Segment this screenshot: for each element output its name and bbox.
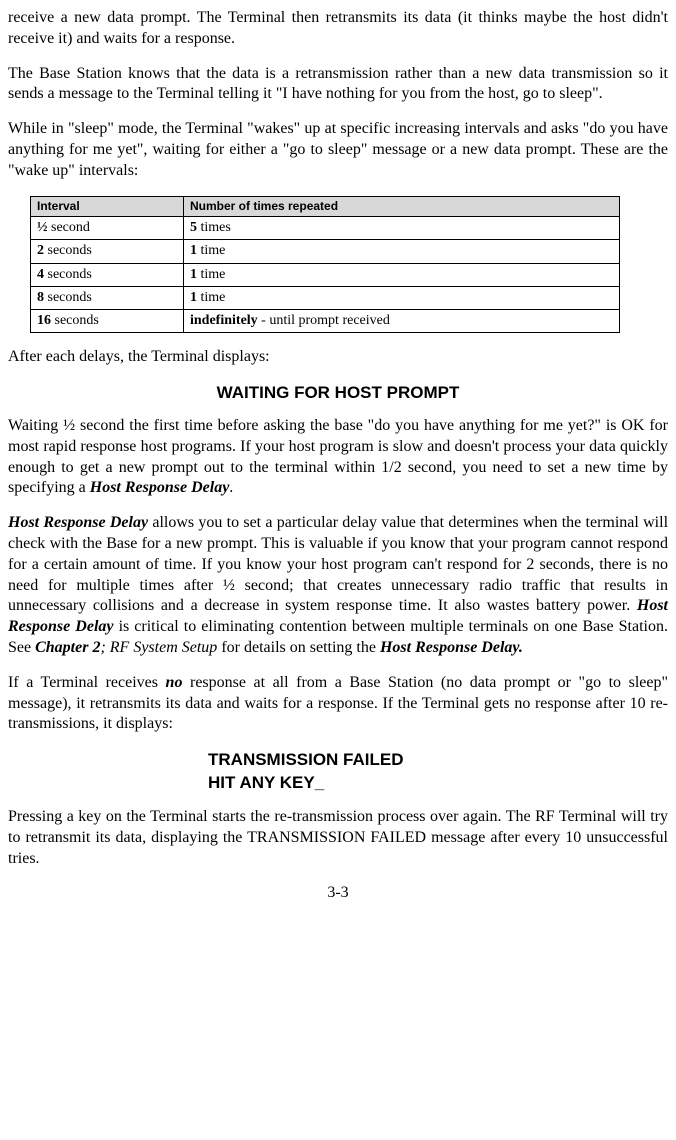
table-row: 8 seconds 1 time xyxy=(31,286,620,309)
table-header-row: Interval Number of times repeated xyxy=(31,196,620,217)
paragraph: Waiting ½ second the first time before a… xyxy=(8,416,668,499)
intervals-table-wrap: Interval Number of times repeated ½ seco… xyxy=(8,196,668,334)
paragraph: The Base Station knows that the data is … xyxy=(8,64,668,106)
table-row: ½ second 5 times xyxy=(31,217,620,240)
table-header: Number of times repeated xyxy=(184,196,620,217)
table-cell: ½ second xyxy=(31,217,184,240)
paragraph: Pressing a key on the Terminal starts th… xyxy=(8,807,668,869)
table-cell: 1 time xyxy=(184,286,620,309)
paragraph: After each delays, the Terminal displays… xyxy=(8,347,668,368)
table-cell: 8 seconds xyxy=(31,286,184,309)
intervals-table: Interval Number of times repeated ½ seco… xyxy=(30,196,620,334)
table-header: Interval xyxy=(31,196,184,217)
table-cell: 4 seconds xyxy=(31,263,184,286)
display-message: WAITING FOR HOST PROMPT xyxy=(8,382,668,404)
display-message: TRANSMISSION FAILED HIT ANY KEY_ xyxy=(208,749,668,795)
table-cell: 1 time xyxy=(184,240,620,263)
table-row: 4 seconds 1 time xyxy=(31,263,620,286)
table-cell: 2 seconds xyxy=(31,240,184,263)
paragraph: If a Terminal receives no response at al… xyxy=(8,673,668,735)
table-row: 16 seconds indefinitely - until prompt r… xyxy=(31,309,620,332)
table-cell: 1 time xyxy=(184,263,620,286)
page-number: 3-3 xyxy=(8,883,668,904)
paragraph: receive a new data prompt. The Terminal … xyxy=(8,8,668,50)
table-cell: 16 seconds xyxy=(31,309,184,332)
table-cell: 5 times xyxy=(184,217,620,240)
paragraph: While in "sleep" mode, the Terminal "wak… xyxy=(8,119,668,181)
table-cell: indefinitely - until prompt received xyxy=(184,309,620,332)
table-row: 2 seconds 1 time xyxy=(31,240,620,263)
paragraph: Host Response Delay allows you to set a … xyxy=(8,513,668,659)
